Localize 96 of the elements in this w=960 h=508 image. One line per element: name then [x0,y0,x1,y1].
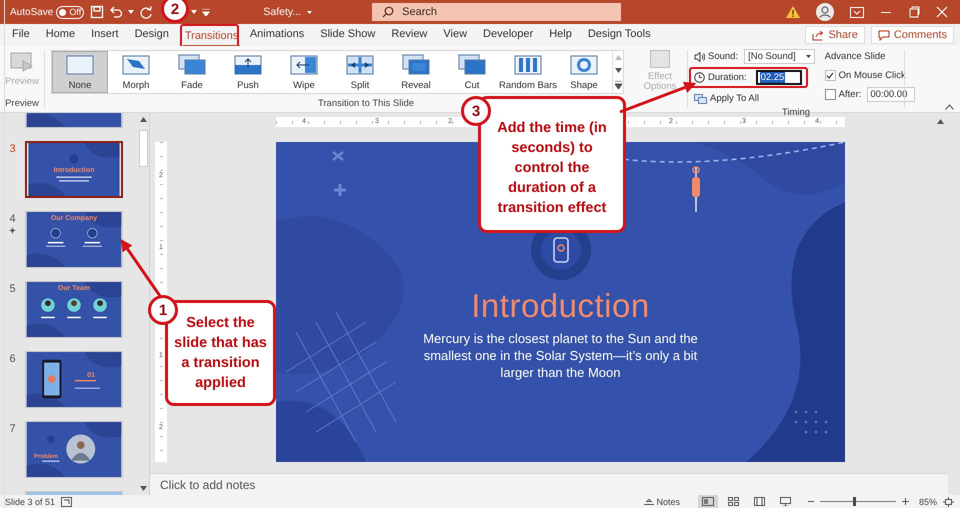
ribbon-tab[interactable]: Developer [475,24,542,46]
caret-icon[interactable] [128,10,134,14]
notes-field[interactable]: Click to add notes [150,478,256,492]
autosave-label: AutoSave [10,6,54,18]
ribbon-tab[interactable]: Slide Show [312,24,384,46]
slide-number: 4 [9,213,16,225]
warning-icon[interactable] [786,6,800,18]
scroll-up-icon[interactable] [140,117,147,122]
ribbon-tab[interactable]: Review [383,24,436,46]
zoom-percent[interactable]: 85% [918,496,937,506]
zoom-out-icon[interactable] [808,500,814,503]
zoom-in-icon[interactable] [902,498,909,505]
ribbon-tab[interactable]: File [4,24,38,46]
ribbon-tab[interactable]: Home [38,24,84,46]
more-icon[interactable] [614,81,622,89]
normal-view-button[interactable] [698,495,718,508]
undo-icon[interactable] [108,5,124,19]
slide-number: 7 [9,423,16,435]
ribbon-tab[interactable]: Design Tools [580,24,659,46]
caret-icon[interactable] [191,10,198,14]
group-label: Preview [5,98,39,111]
sound-label: Sound: [708,51,738,62]
transition-icon [65,53,95,77]
customize-icon[interactable] [202,8,210,16]
zoom-slider-thumb[interactable] [853,497,856,506]
avatar-icon[interactable] [816,3,834,21]
apply-to-all-button[interactable]: Apply To All [710,93,759,104]
share-icon [812,30,824,40]
duration-label: Duration: [708,72,747,83]
transition-option[interactable]: Wipe [276,51,332,93]
transition-option[interactable]: Cut [444,51,500,93]
notes-icon [644,498,654,504]
search-icon [382,6,394,18]
checkbox[interactable] [824,89,836,100]
slide-number: 3 [9,143,16,155]
scroll-up-icon[interactable] [937,119,944,124]
share-button[interactable]: Share [805,26,865,44]
notes-button[interactable]: Notes [644,496,680,506]
ribbon-tab[interactable]: Animations [242,24,312,46]
save-icon[interactable] [90,5,104,19]
transition-icon [345,53,375,77]
slide-counter: Slide 3 of 51 [5,496,56,506]
scroll-down-icon[interactable] [140,486,147,491]
transition-icon [121,53,151,77]
transition-option[interactable]: Random Bars [500,51,556,93]
accessibility-icon[interactable] [61,496,72,506]
after-label: After: [838,89,862,100]
sound-icon [694,52,705,62]
transition-option[interactable]: Morph [108,51,164,93]
transition-option[interactable]: Split [332,51,388,93]
transition-icon [401,53,431,77]
effect-options-icon [650,50,670,68]
sound-dropdown[interactable]: [No Sound] [744,49,815,64]
fit-slide-icon[interactable] [943,496,954,506]
ribbon-tab[interactable]: Design [126,24,177,46]
slide-title: Introduction [471,286,650,326]
transition-option[interactable]: Shape [556,51,612,93]
caret-icon [307,10,312,14]
group-label: Transition to This Slide [318,98,414,111]
transition-icon [457,53,487,77]
comment-icon [878,30,890,40]
callout-box: Select the slide that has a transition applied [165,300,276,406]
transition-icon [233,53,263,77]
close-icon[interactable] [936,6,948,18]
collapse-ribbon-icon[interactable] [945,104,954,110]
arrow [120,239,162,297]
advance-slide-label: Advance Slide [824,51,886,62]
checkbox[interactable] [824,70,836,81]
ribbon-tab[interactable]: Insert [83,24,127,46]
ribbon-tab[interactable]: Help [541,24,580,46]
redo-icon[interactable] [139,5,154,19]
slide-number: 6 [9,353,16,365]
scrollbar-thumb[interactable] [139,130,148,167]
preview-icon [10,52,34,72]
transition-option[interactable]: Reveal [388,51,444,93]
clock-icon [694,72,705,83]
slide-body-text: Mercury is the closest planet to the Sun and the smallest one in the Solar System—it’s only a bit larger than the Moon [422,330,699,381]
scroll-down-icon[interactable] [614,68,622,73]
ribbon-tab[interactable]: View [435,24,476,46]
transition-icon [569,53,599,77]
transition-option[interactable]: Push [220,51,276,93]
slide-number: 5 [9,283,16,295]
transition-option[interactable]: None [52,51,108,93]
search-field[interactable]: Search [372,3,622,21]
autosave-toggle[interactable]: Off [56,6,84,18]
apply-all-icon [694,94,707,104]
transition-option[interactable]: Fade [164,51,220,93]
transition-icon [513,53,543,77]
document-title[interactable]: Safety... [263,6,312,18]
group-label: Timing [782,107,810,118]
ribbon-display-icon[interactable] [850,6,864,18]
maximize-icon[interactable] [908,6,920,18]
transition-icon [177,53,207,77]
comments-button[interactable]: Comments [870,26,954,44]
transition-icon [289,53,319,77]
caret-icon [806,55,811,58]
